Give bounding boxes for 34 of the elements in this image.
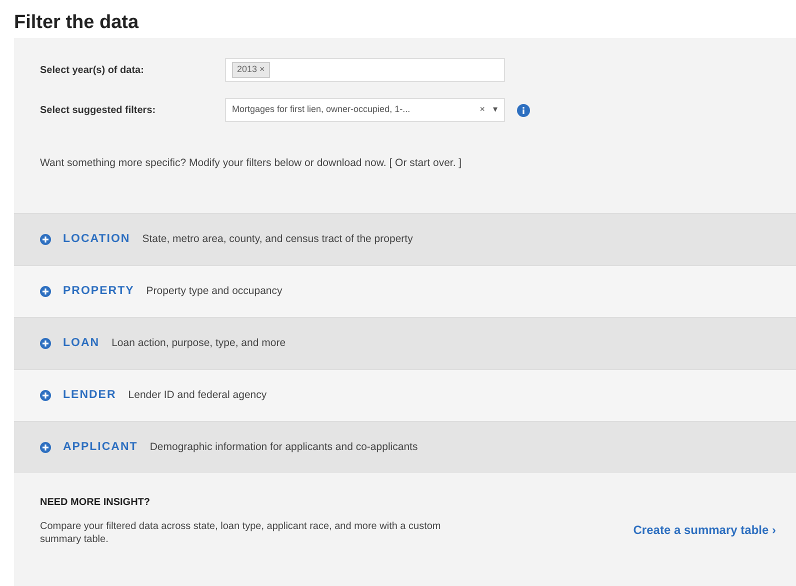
- page-title: Filter the data: [14, 11, 140, 35]
- plus-icon[interactable]: [40, 442, 51, 453]
- filter-section[interactable]: LOAN Loan action, purpose, type, and more: [14, 317, 796, 369]
- insight-text: Compare your filtered data across state, loan type, applicant race, and more with a custom summary table.: [40, 520, 442, 546]
- download-link[interactable]: download now.: [316, 157, 386, 169]
- year-tag[interactable]: 2013 ×: [232, 62, 270, 78]
- plus-icon[interactable]: [40, 234, 51, 245]
- section-description: Loan action, purpose, type, and more: [112, 336, 286, 351]
- section-description: Demographic information for applicants and co-applicants: [150, 440, 418, 455]
- filter-section[interactable]: APPLICANT Demographic information for applicants and co-applicants: [14, 421, 796, 473]
- insight-heading: NEED MORE INSIGHT?: [40, 496, 152, 510]
- plus-icon[interactable]: [40, 338, 51, 349]
- section-description: Lender ID and federal agency: [128, 388, 267, 403]
- clear-icon[interactable]: ×: [480, 103, 485, 117]
- filter-select[interactable]: Mortgages for first lien, owner-occupied, 1-... × ▾: [225, 98, 505, 122]
- section-name: APPLICANT: [63, 440, 138, 455]
- summary-table-link[interactable]: Create a summary table ›: [633, 521, 776, 539]
- section-description: State, metro area, county, and census tract of the property: [142, 232, 413, 247]
- year-field[interactable]: 2013 ×: [225, 58, 505, 82]
- section-description: Property type and occupancy: [146, 284, 282, 299]
- start-over-link[interactable]: start over.: [410, 157, 456, 169]
- hint-text: Want something more specific? Modify your filters below or download now. [ Or start over. ]: [40, 156, 463, 171]
- select-value: Mortgages for first lien, owner-occupied, 1-...: [232, 103, 412, 116]
- field-label: Select suggested filters:: [40, 104, 157, 118]
- section-name: PROPERTY: [63, 284, 134, 299]
- plus-icon[interactable]: [40, 390, 51, 401]
- field-label: Select year(s) of data:: [40, 64, 145, 78]
- section-name: LOCATION: [63, 232, 130, 247]
- help-icon[interactable]: [517, 104, 530, 116]
- section-name: LOAN: [63, 336, 100, 351]
- filter-section[interactable]: LOCATION State, metro area, county, and census tract of the property: [14, 213, 796, 265]
- caret-icon[interactable]: ▾: [493, 103, 498, 117]
- plus-icon[interactable]: [40, 286, 51, 297]
- section-name: LENDER: [63, 388, 116, 403]
